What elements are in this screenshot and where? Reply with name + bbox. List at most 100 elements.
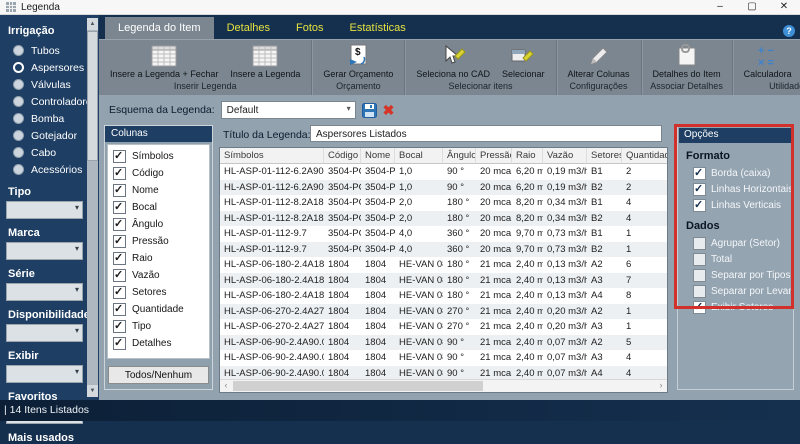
table-row[interactable]: HL-ASP-06-90-2.4A90.018041804HE-VAN 0890… [220,350,667,366]
table-row[interactable]: HL-ASP-06-90-2.4A90.018041804HE-VAN 0890… [220,335,667,351]
column-header-vazao[interactable]: Vazão [543,148,587,164]
toolbar-button-insere-a-legenda[interactable]: Insere a Legenda [224,41,306,80]
checkbox-icon[interactable] [113,218,126,231]
table-row[interactable]: HL-ASP-06-180-2.4A180.018041804HE-VAN 08… [220,273,667,289]
help-icon[interactable]: ? [783,25,795,37]
toggle-all-button[interactable]: Todos/Nenhum [108,366,209,384]
filter-dropdown-disponibilidade[interactable]: ▾ [6,324,83,342]
tab-fotos[interactable]: Fotos [283,17,337,39]
option-separar-por-levantan[interactable]: Separar por Levantan [678,283,793,299]
filter-dropdown-serie[interactable]: ▾ [6,283,83,301]
table-row[interactable]: HL-ASP-06-270-2.4A270.018041804HE-VAN 08… [220,319,667,335]
checkbox-icon[interactable] [113,184,126,197]
sidebar-item-valvulas[interactable]: Válvulas [0,76,99,93]
table-row[interactable]: HL-ASP-01-112-9.73504-PC3504-PC4,0360 °2… [220,242,667,258]
save-icon[interactable] [362,103,377,118]
checkbox-icon[interactable] [113,303,126,316]
filter-dropdown-exibir[interactable]: ▾ [6,365,83,383]
column-header-pressao[interactable]: Pressão [476,148,512,164]
filter-dropdown-marca[interactable]: ▾ [6,242,83,260]
sidebar-item-bomba[interactable]: Bomba [0,110,99,127]
scrollbar-thumb[interactable] [87,31,98,161]
sidebar-item-acessorios[interactable]: Acessórios [0,161,99,178]
column-header-angulo[interactable]: Ângulo [443,148,476,164]
checkbox-icon[interactable] [693,183,706,196]
column-option-setores[interactable]: Setores [108,284,209,301]
table-row[interactable]: HL-ASP-01-112-8.2A180.03504-PC3504-PC2,0… [220,195,667,211]
column-header-bocal[interactable]: Bocal [395,148,443,164]
option-linhas-verticais[interactable]: Linhas Verticais [678,197,793,213]
scroll-left-icon[interactable]: ‹ [220,380,232,391]
table-row[interactable]: HL-ASP-01-112-6.2A90.03504-PC3504-PC1,09… [220,164,667,180]
column-option-angulo[interactable]: Ângulo [108,216,209,233]
column-header-simbolos[interactable]: Símbolos [220,148,324,164]
option-agrupar-setor-[interactable]: Agrupar (Setor) [678,235,793,251]
column-option-vazao[interactable]: Vazão [108,267,209,284]
delete-scheme-icon[interactable]: ✖ [383,102,395,118]
checkbox-icon[interactable] [113,201,126,214]
column-option-tipo[interactable]: Tipo [108,318,209,335]
table-row[interactable]: HL-ASP-01-112-9.73504-PC3504-PC4,0360 °2… [220,226,667,242]
column-option-detalhes[interactable]: Detalhes [108,335,209,352]
option-exibir-setores[interactable]: Exibir Setores [678,299,793,315]
maximize-button[interactable]: ▢ [736,0,768,14]
legend-title-input[interactable]: Aspersores Listados [310,125,662,142]
checkbox-icon[interactable] [693,199,706,212]
tab-legenda-do-item[interactable]: Legenda do Item [105,17,214,39]
checkbox-icon[interactable] [113,286,126,299]
option-total[interactable]: Total [678,251,793,267]
checkbox-icon[interactable] [113,320,126,333]
option-separar-por-tipos[interactable]: Separar por Tipos [678,267,793,283]
scroll-down-icon[interactable]: ▼ [87,385,98,397]
checkbox-icon[interactable] [693,301,706,314]
checkbox-icon[interactable] [113,337,126,350]
table-row[interactable]: HL-ASP-06-180-2.4A180.018041804HE-VAN 08… [220,257,667,273]
sidebar-item-aspersores[interactable]: Aspersores [0,59,99,76]
toolbar-button-selecionar[interactable]: Selecionar [496,41,551,80]
column-option-simbolos[interactable]: Símbolos [108,148,209,165]
column-header-raio[interactable]: Raio [512,148,543,164]
scheme-select[interactable]: Default ▾ [221,101,356,119]
toolbar-button-seleciona-no-cad[interactable]: Seleciona no CAD [410,41,496,80]
checkbox-icon[interactable] [693,167,706,180]
scroll-right-icon[interactable]: › [655,380,667,391]
toolbar-button-gerar-orcamento[interactable]: $Gerar Orçamento [317,41,399,80]
column-option-raio[interactable]: Raio [108,250,209,267]
minimize-button[interactable]: – [704,0,736,14]
column-header-setores[interactable]: Setores [587,148,622,164]
checkbox-icon[interactable] [113,235,126,248]
sidebar-item-gotejador[interactable]: Gotejador [0,127,99,144]
option-linhas-horizontais[interactable]: Linhas Horizontais [678,181,793,197]
table-row[interactable]: HL-ASP-01-112-8.2A180.03504-PC3504-PC2,0… [220,211,667,227]
toolbar-button-alterar-colunas[interactable]: Alterar Colunas [562,41,636,80]
checkbox-icon[interactable] [113,150,126,163]
toolbar-button-detalhes-do-item[interactable]: Detalhes do Item [647,41,727,80]
table-row[interactable]: HL-ASP-06-270-2.4A270.018041804HE-VAN 08… [220,304,667,320]
sidebar-item-cabo[interactable]: Cabo [0,144,99,161]
option-borda-caixa-[interactable]: Borda (caixa) [678,165,793,181]
column-option-nome[interactable]: Nome [108,182,209,199]
checkbox-icon[interactable] [693,237,706,250]
sidebar-item-controladores[interactable]: Controladores [0,93,99,110]
column-option-bocal[interactable]: Bocal [108,199,209,216]
checkbox-icon[interactable] [113,269,126,282]
column-option-pressao[interactable]: Pressão [108,233,209,250]
filter-dropdown-tipo[interactable]: ▾ [6,201,83,219]
column-option-quantidade[interactable]: Quantidade [108,301,209,318]
toolbar-button-calculadora[interactable]: + −× =Calculadora [738,41,798,80]
table-hscrollbar[interactable]: ‹ › [220,379,667,392]
checkbox-icon[interactable] [693,285,706,298]
column-header-codigo[interactable]: Código [324,148,361,164]
checkbox-icon[interactable] [693,253,706,266]
table-row[interactable]: HL-ASP-06-180-2.4A180.018041804HE-VAN 08… [220,288,667,304]
column-header-quantidade[interactable]: Quantidade [622,148,668,164]
scrollbar-thumb[interactable] [233,381,483,391]
column-option-codigo[interactable]: Código [108,165,209,182]
sidebar-scrollbar[interactable]: ▲ ▼ [87,18,98,397]
checkbox-icon[interactable] [693,269,706,282]
checkbox-icon[interactable] [113,167,126,180]
tab-detalhes[interactable]: Detalhes [214,17,283,39]
toolbar-button-insere-a-legenda-fechar[interactable]: Insere a Legenda + Fechar [104,41,224,80]
sidebar-item-tubos[interactable]: Tubos [0,42,99,59]
column-header-nome[interactable]: Nome [361,148,395,164]
